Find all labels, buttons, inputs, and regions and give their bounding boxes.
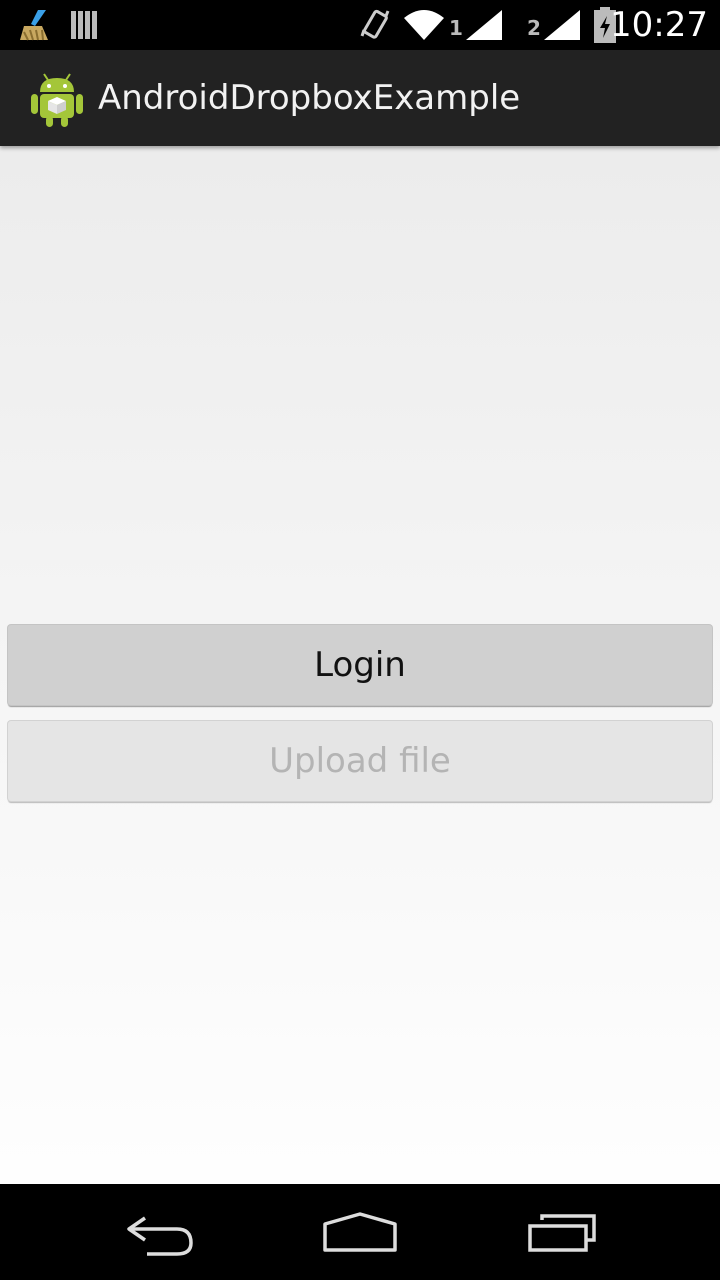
android-app-icon [31, 73, 83, 127]
login-button[interactable]: Login [8, 625, 712, 705]
main-content: Login Upload file [0, 146, 720, 1184]
wifi-icon [404, 10, 444, 40]
action-bar: AndroidDropboxExample [0, 50, 720, 146]
clock: 10:27 [610, 5, 708, 45]
cleaner-broom-icon [20, 10, 48, 41]
recent-apps-icon[interactable] [518, 1204, 608, 1260]
signal-icon [466, 10, 502, 40]
vibrate-icon [360, 9, 390, 39]
barcode-icon [71, 11, 97, 39]
signal-icon [544, 10, 580, 40]
sim1-label: 1 [449, 16, 463, 40]
status-bar: 1 2 10:27 [0, 0, 720, 50]
app-title: AndroidDropboxExample [98, 78, 521, 118]
back-icon[interactable] [115, 1204, 205, 1260]
upload-file-button[interactable]: Upload file [8, 721, 712, 801]
home-icon[interactable] [315, 1204, 405, 1260]
navigation-bar [0, 1184, 720, 1280]
sim2-label: 2 [527, 16, 541, 40]
